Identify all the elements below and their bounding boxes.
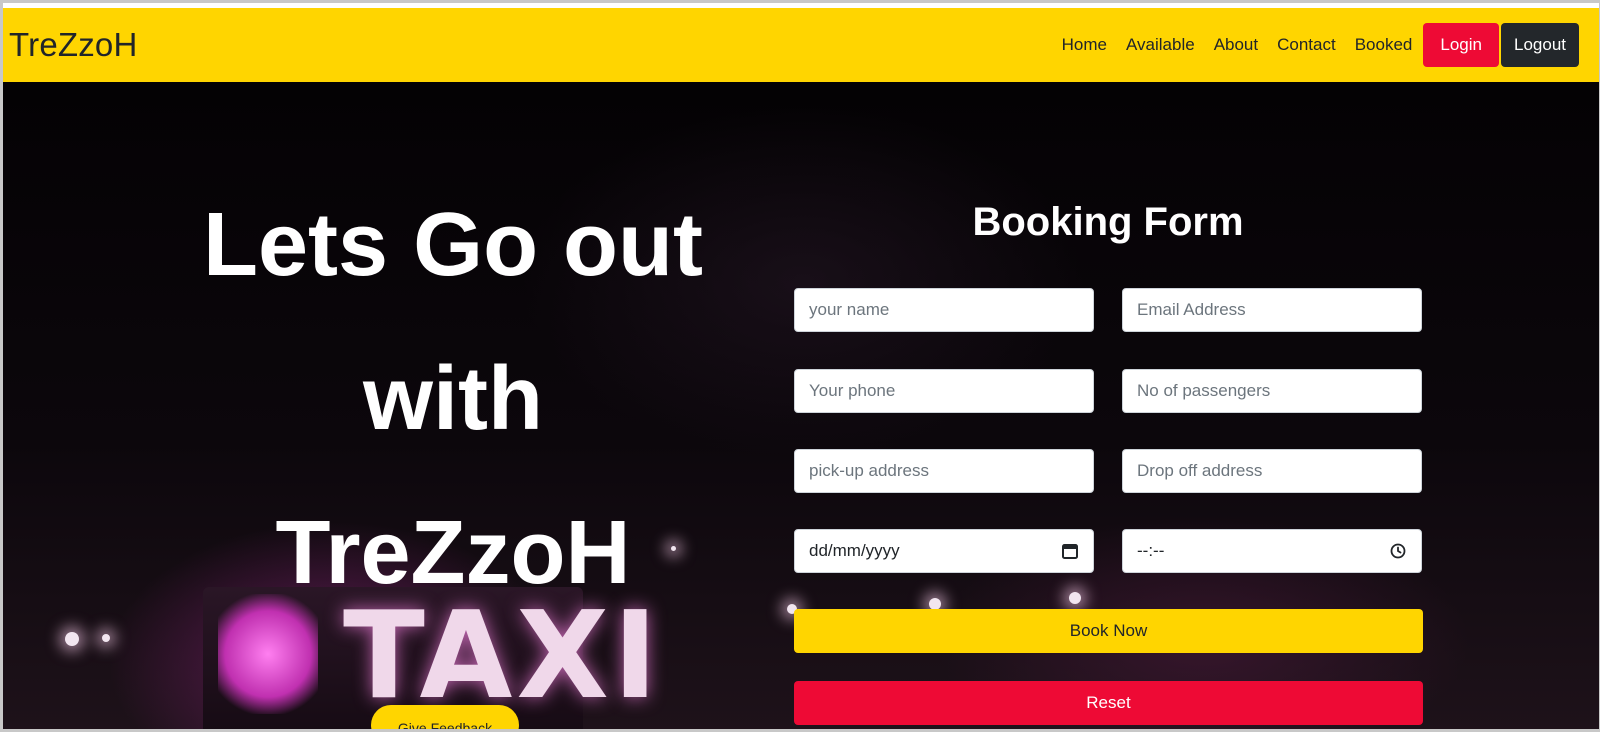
bokeh-light xyxy=(65,632,79,646)
feedback-button[interactable]: Give Feedback xyxy=(371,705,519,729)
nav-link-home[interactable]: Home xyxy=(1062,35,1107,55)
nav-link-about[interactable]: About xyxy=(1214,35,1258,55)
dropoff-placeholder: Drop off address xyxy=(1137,461,1263,480)
page-frame: TreZzoH Home Available About Contact Boo… xyxy=(0,0,1600,732)
pickup-placeholder: pick-up address xyxy=(809,461,930,480)
booking-form-title: Booking Form xyxy=(972,200,1244,244)
bokeh-light xyxy=(1069,592,1081,604)
navbar: TreZzoH Home Available About Contact Boo… xyxy=(3,8,1599,82)
passengers-placeholder: No of passengers xyxy=(1137,381,1271,400)
nav-link-booked[interactable]: Booked xyxy=(1355,35,1413,55)
clock-icon[interactable] xyxy=(1389,542,1407,560)
login-button[interactable]: Login xyxy=(1423,23,1499,67)
date-value: dd/mm/yyyy xyxy=(809,541,900,560)
phone-placeholder: Your phone xyxy=(809,381,896,400)
brand-logo[interactable]: TreZzoH xyxy=(9,26,138,64)
email-placeholder: Email Address xyxy=(1137,300,1246,319)
pickup-address-input[interactable]: pick-up address xyxy=(794,449,1094,493)
reset-button[interactable]: Reset xyxy=(794,681,1423,725)
headline-line-3: TreZzoH xyxy=(275,503,631,603)
headline-line-2: with xyxy=(363,349,543,449)
logout-button[interactable]: Logout xyxy=(1501,23,1579,67)
hero-headline: Lets Go out with TreZzoH xyxy=(83,168,823,630)
time-value: --:-- xyxy=(1137,541,1165,560)
nav-link-available[interactable]: Available xyxy=(1126,35,1195,55)
time-input[interactable]: --:-- xyxy=(1122,529,1422,573)
email-input[interactable]: Email Address xyxy=(1122,288,1422,332)
name-input[interactable]: your name xyxy=(794,288,1094,332)
dropoff-address-input[interactable]: Drop off address xyxy=(1122,449,1422,493)
date-input[interactable]: dd/mm/yyyy xyxy=(794,529,1094,573)
phone-input[interactable]: Your phone xyxy=(794,369,1094,413)
hero-section: TAXI Lets Go out with TreZzoH Give Feedb… xyxy=(3,82,1599,729)
headline-line-1: Lets Go out xyxy=(203,195,703,295)
name-placeholder: your name xyxy=(809,300,890,319)
book-now-button[interactable]: Book Now xyxy=(794,609,1423,653)
nav-link-contact[interactable]: Contact xyxy=(1277,35,1336,55)
passengers-input[interactable]: No of passengers xyxy=(1122,369,1422,413)
nav-links: Home Available About Contact Booked Logi… xyxy=(1062,23,1579,67)
bokeh-light xyxy=(102,634,110,642)
calendar-icon[interactable] xyxy=(1061,542,1079,560)
